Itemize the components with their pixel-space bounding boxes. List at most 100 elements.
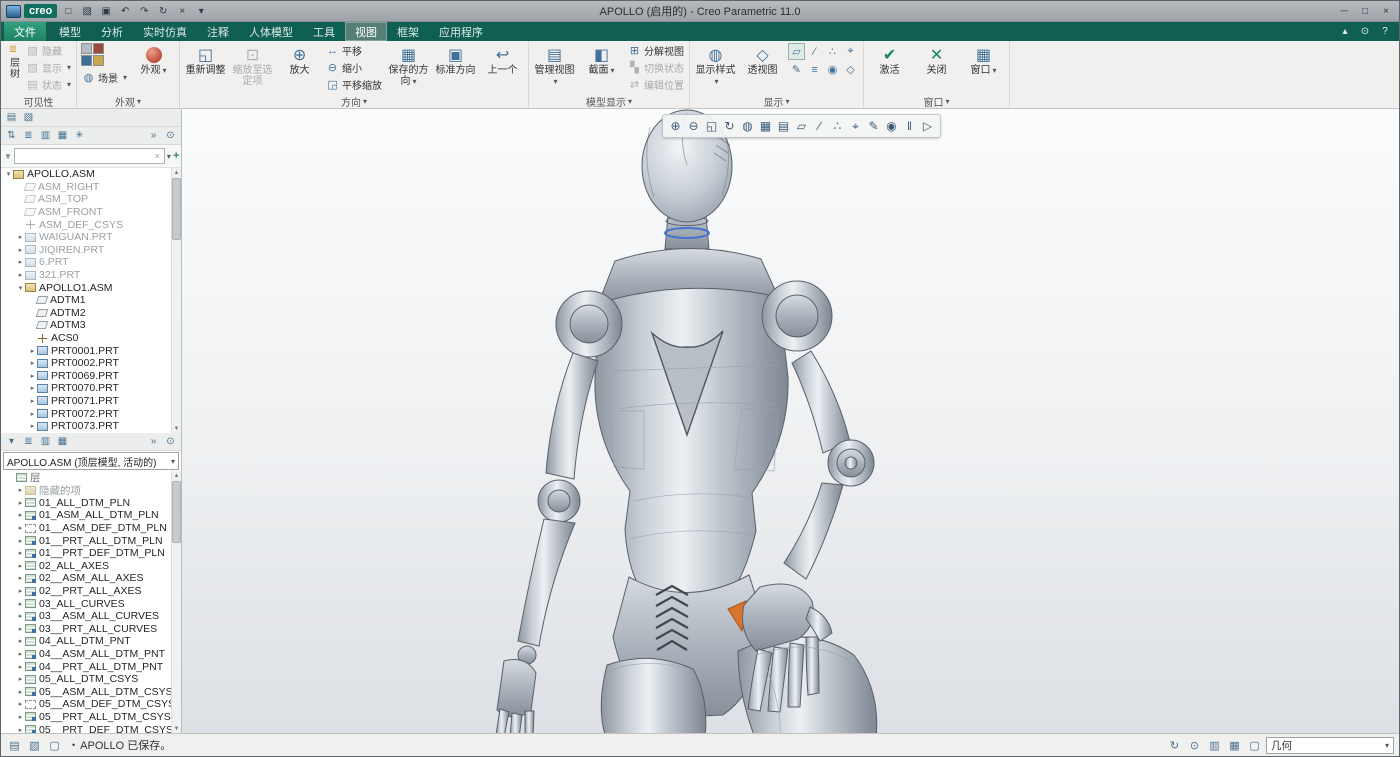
model-tree-item[interactable]: ▸ 6.PRT	[1, 256, 181, 269]
tree-style-button[interactable]: ▦	[55, 128, 70, 143]
manage-views-button[interactable]: ▤ 管理视图▾	[532, 42, 577, 87]
select-list-button[interactable]: ▥	[1206, 737, 1223, 754]
expand-icon[interactable]: ▸	[16, 675, 25, 683]
open-button[interactable]: ▧	[79, 3, 95, 19]
zoom-in-button[interactable]: ⊕ 放大	[277, 42, 322, 76]
model-tree-item[interactable]: ▸ PRT0002.PRT	[1, 357, 181, 370]
layer-columns-button[interactable]: ▥	[38, 434, 53, 449]
model-tree-scrollbar[interactable]: ▲ ▼	[171, 168, 181, 433]
graphics-area[interactable]: ⊕⊖◱↻◍▦▤▱∕∴⌖✎◉‖▷	[182, 109, 1399, 733]
tree-list-button[interactable]: ≣	[21, 128, 36, 143]
layer-item[interactable]: ▸ 05__ASM_ALL_DTM_CSYS	[1, 686, 181, 699]
layer-item[interactable]: ▸ 02__ASM_ALL_AXES	[1, 572, 181, 585]
point-display-toggle[interactable]: ∴	[824, 43, 841, 60]
expand-icon[interactable]: ▾	[4, 170, 13, 178]
model-tree-item[interactable]: ▸ 321.PRT	[1, 269, 181, 282]
model-tree-item[interactable]: ASM_DEF_CSYS	[1, 218, 181, 231]
layer-scope-combo[interactable]: APOLLO.ASM (顶层模型, 活动的) ▾	[3, 452, 179, 470]
expand-icon[interactable]: ▾	[16, 284, 25, 292]
edit-position-button[interactable]: ⇄ 编辑位置	[626, 76, 686, 93]
expand-icon[interactable]: ▸	[16, 511, 25, 519]
layer-show-button[interactable]: ▾	[4, 434, 19, 449]
activate-button[interactable]: ✔ 激活	[867, 42, 912, 76]
model-tree-item[interactable]: ASM_TOP	[1, 193, 181, 206]
tab-manikin[interactable]: 人体模型	[239, 22, 303, 41]
robot-model[interactable]	[182, 109, 1399, 733]
model-tree-item[interactable]: ▸ PRT0001.PRT	[1, 344, 181, 357]
refit-button[interactable]: ◱	[703, 117, 720, 135]
orientation-group-label[interactable]: 方向▾	[183, 95, 525, 108]
tab-annotate[interactable]: 注释	[197, 22, 239, 41]
tree-filter-input[interactable]	[17, 150, 153, 163]
notes-display-toggle[interactable]: ≡	[806, 61, 823, 78]
layer-item[interactable]: ▸ 03__ASM_ALL_CURVES	[1, 610, 181, 623]
save-button[interactable]: ▣	[98, 3, 114, 19]
tree-search-button[interactable]: ⊙	[163, 128, 178, 143]
maximize-button[interactable]: □	[1357, 3, 1373, 19]
undo-button[interactable]: ↶	[117, 3, 133, 19]
expand-icon[interactable]: ▸	[16, 700, 25, 708]
snapshot-button[interactable]: ▦	[1226, 737, 1243, 754]
layer-item[interactable]: ▸ 03__PRT_ALL_CURVES	[1, 623, 181, 636]
regenerate-manager-button[interactable]: ↻	[1166, 737, 1183, 754]
model-tree-item[interactable]: ADTM3	[1, 319, 181, 332]
appearance-swatch[interactable]	[93, 43, 104, 54]
layer-item[interactable]: ▸ 05_ALL_DTM_CSYS	[1, 673, 181, 686]
appearance-group-label[interactable]: 外观▾	[80, 95, 176, 108]
expand-icon[interactable]: ▸	[16, 663, 25, 671]
model-tree-item[interactable]: ACS0	[1, 332, 181, 345]
expand-icon[interactable]: ▸	[16, 587, 25, 595]
zoom-in-button[interactable]: ⊕	[667, 117, 684, 135]
tree-settings-button[interactable]: ✳	[72, 128, 87, 143]
model-tree-item[interactable]: ▸ PRT0069.PRT	[1, 370, 181, 383]
expand-icon[interactable]: ▸	[16, 233, 25, 241]
help-button[interactable]: ?	[1377, 24, 1393, 40]
more-commands-button[interactable]: ▾	[193, 3, 209, 19]
model-tree-item[interactable]: ADTM1	[1, 294, 181, 307]
saved-orientations-button[interactable]: ▦	[757, 117, 774, 135]
expand-icon[interactable]: ▸	[16, 650, 25, 658]
layer-item[interactable]: ▸ 01__PRT_ALL_DTM_PLN	[1, 534, 181, 547]
collapse-ribbon-button[interactable]: ▴	[1337, 24, 1353, 40]
zoom-out-button[interactable]: ⊖	[685, 117, 702, 135]
previous-view-button[interactable]: ↩ 上一个	[480, 42, 525, 76]
folder-browser-tab[interactable]: ▧	[21, 110, 36, 125]
layer-item[interactable]: ▸ 01__PRT_DEF_DTM_PLN	[1, 547, 181, 560]
tab-model[interactable]: 模型	[49, 22, 91, 41]
hide-button[interactable]: ▧ 隐藏	[24, 42, 73, 59]
model-display-group-label[interactable]: 模型显示▾	[532, 95, 686, 108]
perspective-button[interactable]: ◇ 透视图	[740, 42, 785, 76]
expand-icon[interactable]: ▸	[16, 486, 25, 494]
layer-item[interactable]: ▸ 05__PRT_DEF_DTM_CSYS	[1, 723, 181, 733]
expand-icon[interactable]: ▸	[16, 625, 25, 633]
tab-view[interactable]: 视图	[345, 22, 387, 41]
layer-tree-button[interactable]: ≣ 层树	[4, 42, 22, 81]
scroll-down-icon[interactable]: ▼	[174, 724, 180, 733]
fullscreen-toggle-button[interactable]: ▢	[46, 737, 63, 754]
switch-status-button[interactable]: ▚ 切换状态	[626, 59, 686, 76]
layer-item[interactable]: ▸ 05__ASM_DEF_DTM_CSYS	[1, 698, 181, 711]
tree-show-button[interactable]: ⇅	[4, 128, 19, 143]
model-tree-item[interactable]: ASM_FRONT	[1, 206, 181, 219]
model-tree-item[interactable]: ▾ APOLLO.ASM	[1, 168, 181, 181]
zoom-out-button[interactable]: ⊖ 缩小	[324, 59, 384, 76]
layer-search-button[interactable]: ⊙	[163, 434, 178, 449]
section-button[interactable]: ◧ 截面▾	[579, 42, 624, 76]
appearance-button[interactable]: 外观▾	[131, 42, 176, 76]
scroll-up-icon[interactable]: ▲	[174, 471, 180, 480]
pan-button[interactable]: ↔ 平移	[324, 42, 384, 59]
tree-columns-button[interactable]: ▥	[38, 128, 53, 143]
layer-item[interactable]: ▸ 05__PRT_ALL_DTM_CSYS	[1, 711, 181, 724]
model-tree-item[interactable]: ▸ JIQIREN.PRT	[1, 244, 181, 257]
model-tree-item[interactable]: ▸ PRT0071.PRT	[1, 395, 181, 408]
layer-item[interactable]: ▸ 03_ALL_CURVES	[1, 597, 181, 610]
point-display-button[interactable]: ∴	[829, 117, 846, 135]
view-manager-button[interactable]: ▤	[775, 117, 792, 135]
filter-dropdown-icon[interactable]: ▾	[167, 152, 171, 161]
layer-tree-scrollbar[interactable]: ▲ ▼	[171, 471, 181, 733]
expand-icon[interactable]: ▸	[16, 524, 25, 532]
play-button[interactable]: ▷	[919, 117, 936, 135]
layer-item[interactable]: ▸ 04__PRT_ALL_DTM_PNT	[1, 660, 181, 673]
expand-icon[interactable]: ▸	[16, 713, 25, 721]
plane-display-toggle[interactable]: ▱	[788, 43, 805, 60]
